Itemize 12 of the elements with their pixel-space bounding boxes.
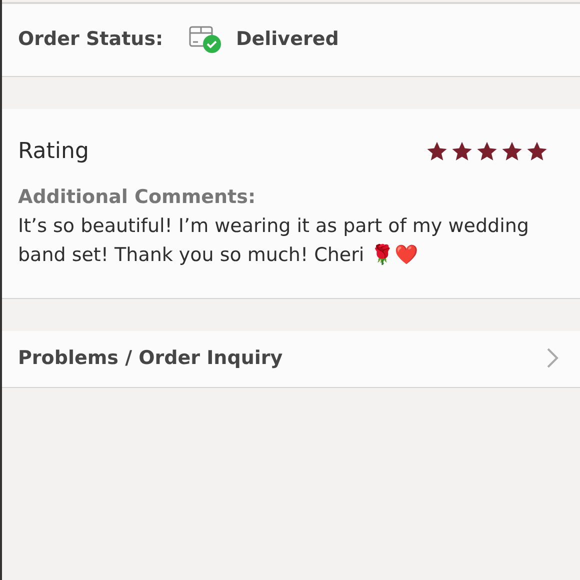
comment-text: It’s so beautiful! I’m wearing it as part of my wedding band set! Thank you so much! Cheri 🌹❤ (18, 214, 530, 268)
rating-label: Rating (18, 139, 89, 164)
chevron-right-icon (546, 347, 560, 369)
order-inquiry-label: Problems / Order Inquiry (18, 347, 283, 369)
star-icon (451, 141, 473, 162)
star-icon (501, 141, 523, 162)
star-icon (476, 141, 498, 162)
star-icon (526, 141, 548, 162)
comments-label: Additional Comments: (18, 186, 256, 208)
star-icon (426, 141, 448, 162)
order-status-value: Delivered (236, 28, 339, 50)
order-status-label: Order Status: (18, 28, 164, 50)
